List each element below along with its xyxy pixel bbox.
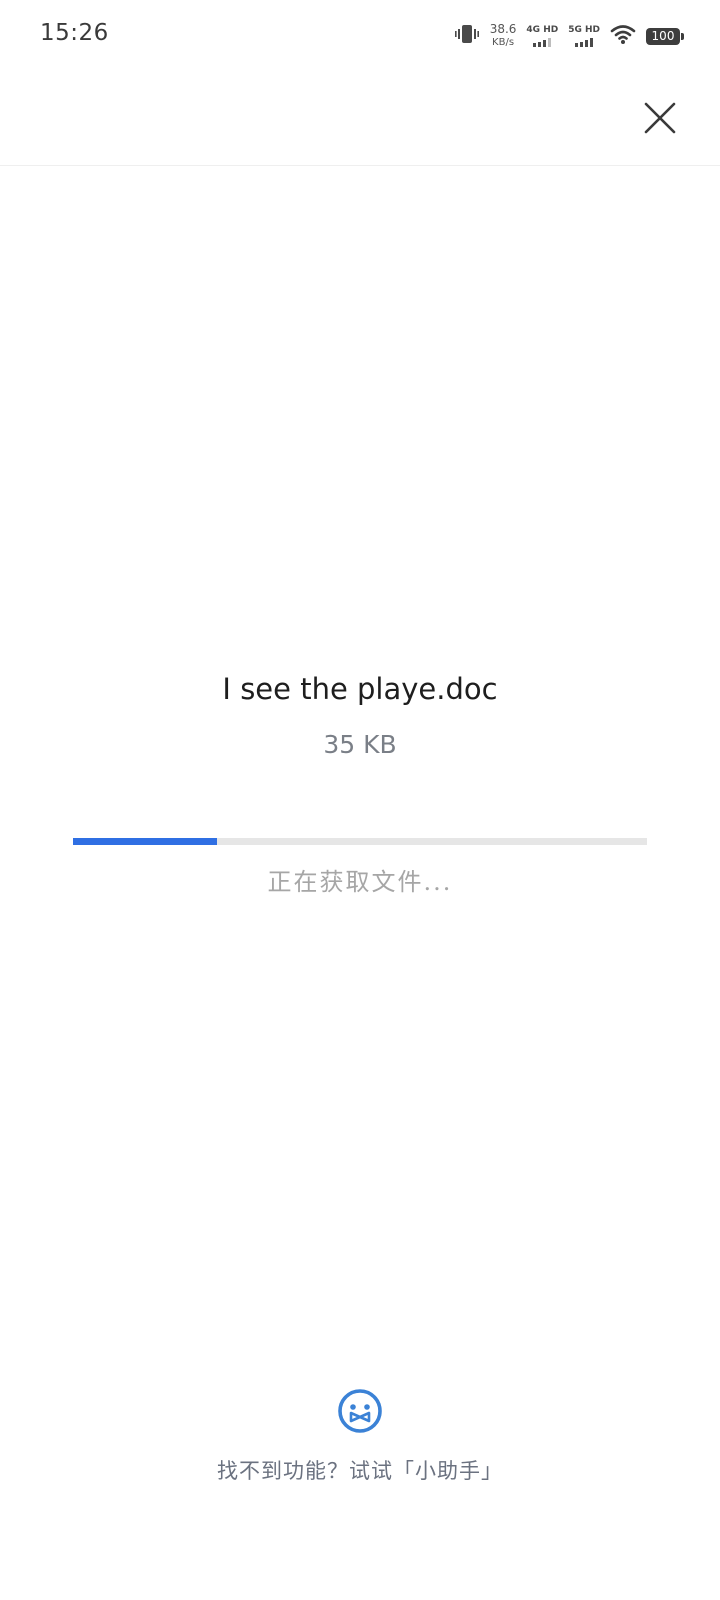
status-time: 15:26 (40, 20, 109, 46)
download-progress-fill (73, 838, 217, 845)
assistant-robot-icon[interactable] (336, 1387, 384, 1435)
assistant-link[interactable]: 找不到功能？试试「小助手」 (0, 1455, 720, 1485)
signal-icon (533, 38, 552, 47)
file-size: 35 KB (323, 730, 397, 759)
status-bar: 15:26 38.6 KB/s 4G HD 5G HD 100 (0, 0, 720, 72)
network-5g-label: 5G HD (568, 25, 600, 35)
status-indicators: 38.6 KB/s 4G HD 5G HD 100 (454, 18, 684, 54)
header (0, 72, 720, 166)
network-speed-value: 38.6 (489, 22, 517, 36)
network-5g: 5G HD (568, 25, 600, 47)
close-icon (644, 102, 676, 134)
close-button[interactable] (636, 94, 684, 142)
network-4g: 4G HD (526, 25, 558, 47)
network-4g-label: 4G HD (526, 25, 559, 35)
network-speed-unit: KB/s (492, 37, 515, 48)
download-screen: 15:26 38.6 KB/s 4G HD 5G HD 100 I see th… (0, 0, 720, 1600)
file-name: I see the playe.doc (222, 672, 498, 706)
download-status-text: 正在获取文件... (267, 868, 453, 896)
wifi-icon (610, 23, 636, 49)
download-progress-bar (73, 838, 647, 845)
vibrate-icon (454, 22, 480, 50)
signal-icon (575, 38, 594, 47)
battery-icon: 100 (646, 27, 684, 45)
network-speed: 38.6 KB/s (490, 23, 517, 49)
